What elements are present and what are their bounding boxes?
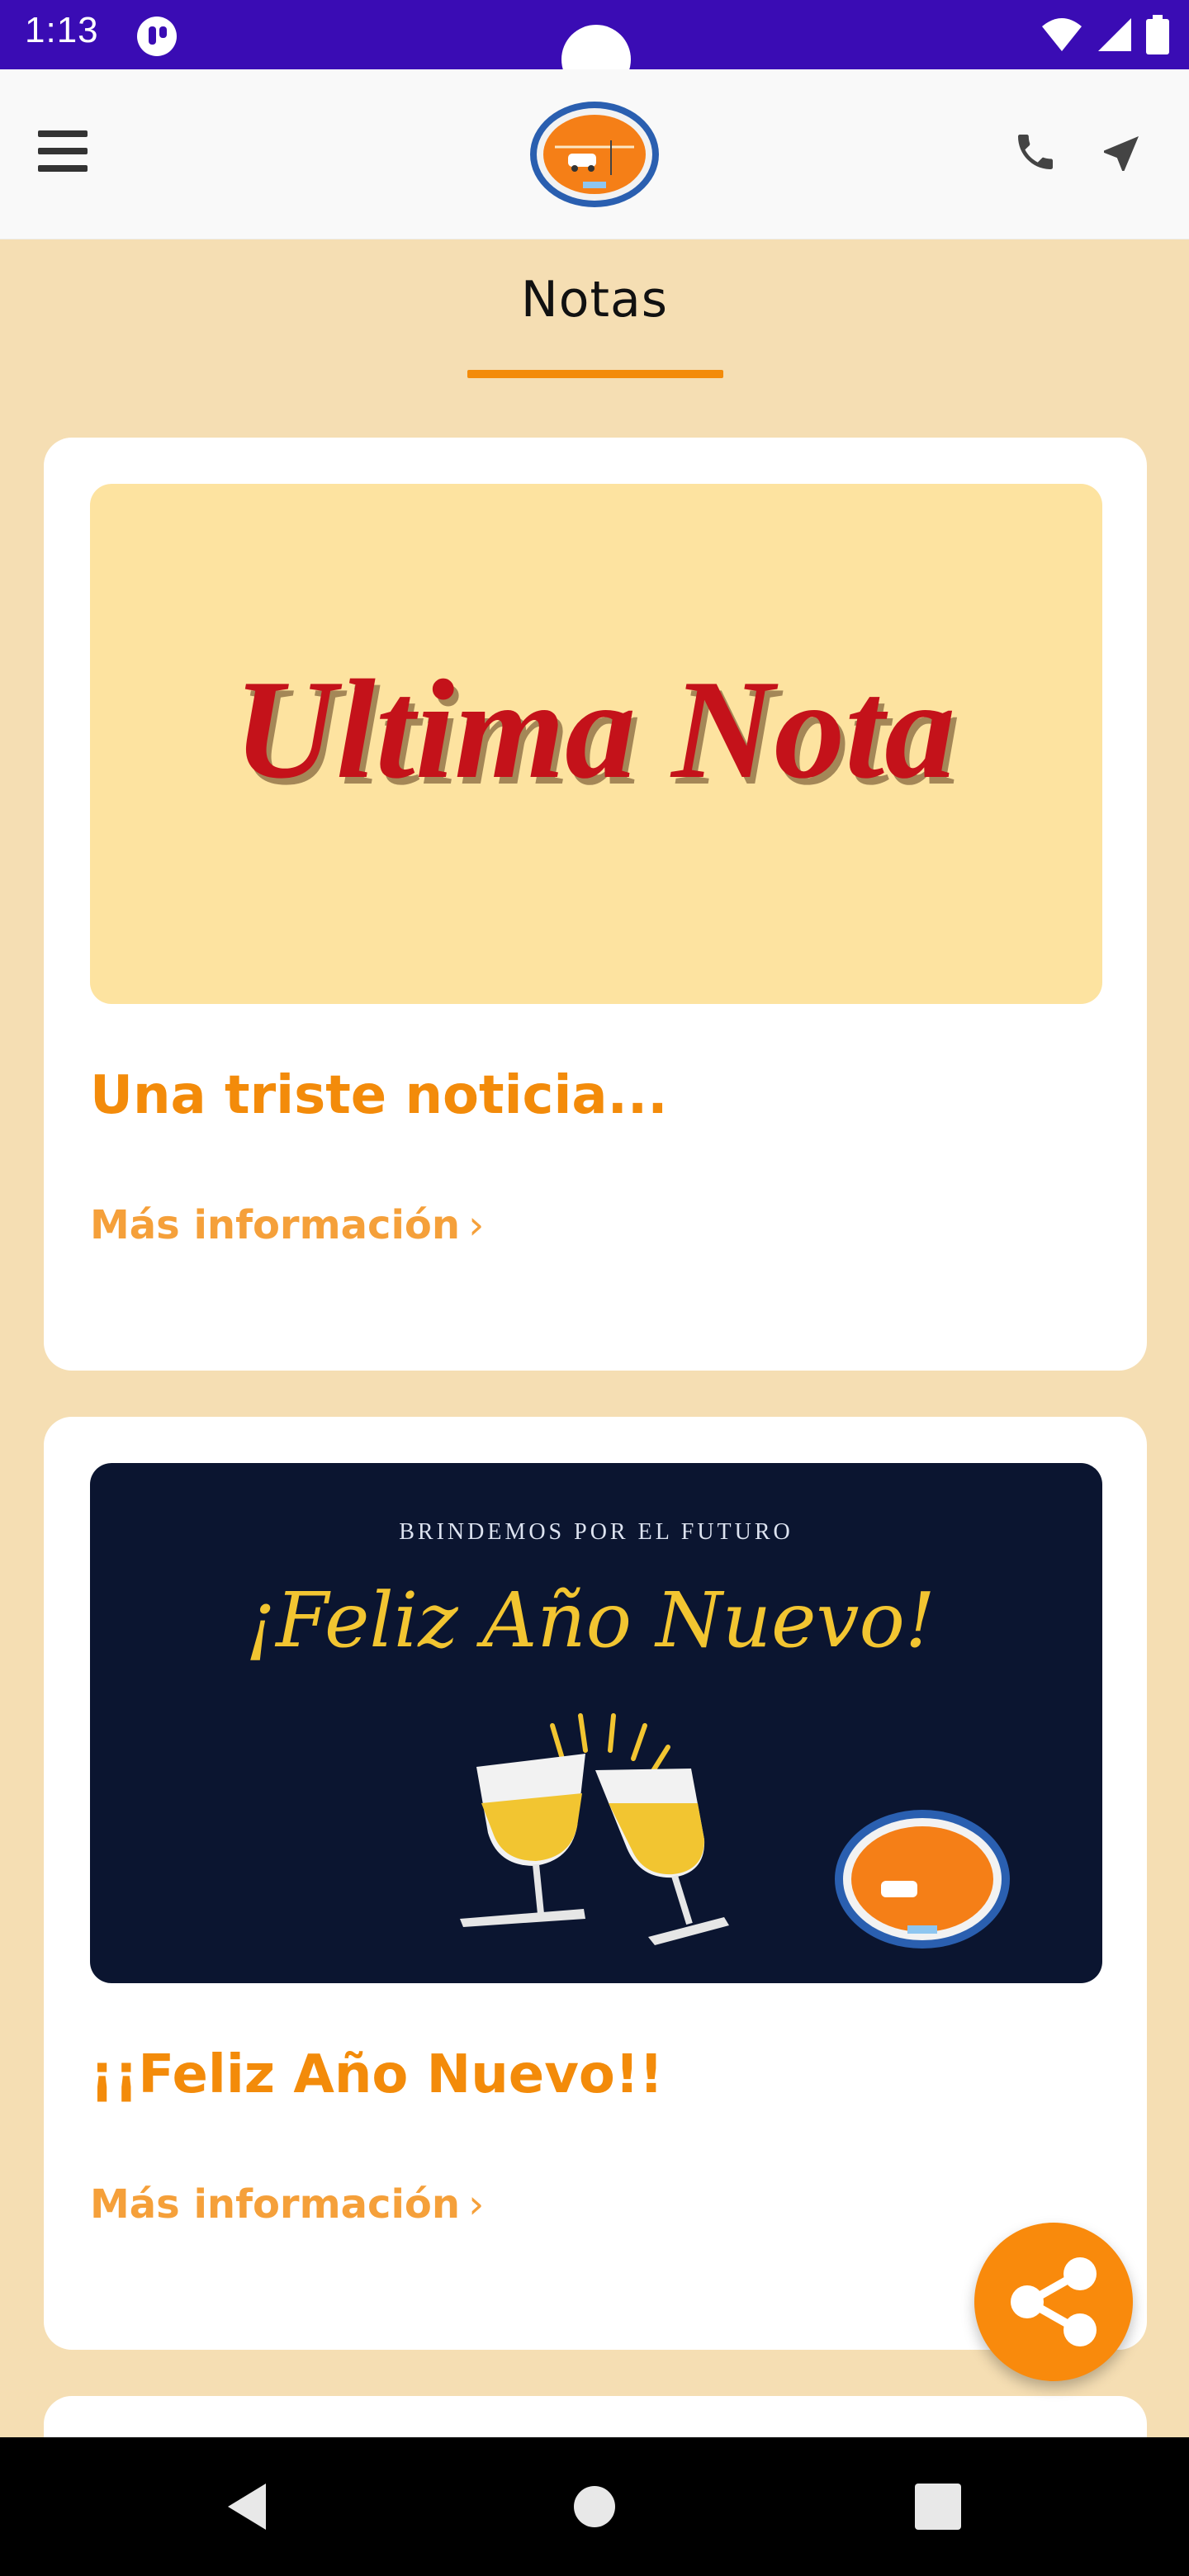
more-info-link[interactable]: Más información ›	[90, 2181, 484, 2228]
note-card[interactable]: Ultima Nota Ultima Nota Una triste notic…	[44, 438, 1147, 1371]
more-info-label: Más información	[90, 1202, 461, 1248]
recents-icon[interactable]	[915, 2484, 961, 2530]
menu-icon[interactable]	[38, 130, 88, 173]
system-nav-bar	[0, 2437, 1189, 2576]
svg-text:¡Feliz Año Nuevo!: ¡Feliz Año Nuevo!	[245, 1576, 936, 1664]
battery-icon	[1146, 15, 1169, 54]
status-icons	[1040, 12, 1169, 58]
more-info-label: Más información	[90, 2181, 461, 2228]
chevron-right-icon: ›	[468, 1202, 485, 1248]
feliz-ano-nuevo-graphic: BRINDEMOS POR EL FUTURO ¡Feliz Año Nuevo…	[245, 1519, 1010, 1949]
note-title[interactable]: Una triste noticia...	[90, 1065, 668, 1126]
phone-icon[interactable]	[1012, 129, 1059, 175]
home-icon[interactable]	[571, 2484, 618, 2530]
share-icon	[1011, 2257, 1097, 2346]
svg-text:Ultima Nota: Ultima Nota	[234, 651, 955, 808]
club-logo[interactable]	[528, 99, 661, 210]
wifi-icon	[1042, 18, 1082, 51]
note-card[interactable]: BRINDEMOS POR EL FUTURO ¡Feliz Año Nuevo…	[44, 1417, 1147, 2350]
back-icon[interactable]	[221, 2480, 274, 2533]
page-title: Notas	[520, 271, 669, 329]
app-notification-icon	[137, 17, 177, 56]
signal-icon	[1098, 18, 1131, 51]
title-underline	[467, 370, 723, 378]
app-header	[0, 69, 1189, 239]
ultima-nota-graphic: Ultima Nota Ultima Nota	[234, 651, 960, 815]
status-time: 1:13	[25, 10, 99, 50]
note-image[interactable]: Ultima Nota Ultima Nota	[90, 484, 1102, 1004]
more-info-link[interactable]: Más información ›	[90, 1202, 484, 1248]
navigation-icon[interactable]	[1098, 130, 1144, 177]
note-title[interactable]: ¡¡Feliz Año Nuevo!!	[90, 2044, 663, 2105]
note-image[interactable]: BRINDEMOS POR EL FUTURO ¡Feliz Año Nuevo…	[90, 1463, 1102, 1983]
chevron-right-icon: ›	[468, 2181, 485, 2228]
share-button[interactable]	[974, 2223, 1133, 2381]
svg-text:BRINDEMOS POR EL FUTURO: BRINDEMOS POR EL FUTURO	[399, 1519, 793, 1545]
status-bar: 1:13	[0, 0, 1189, 94]
